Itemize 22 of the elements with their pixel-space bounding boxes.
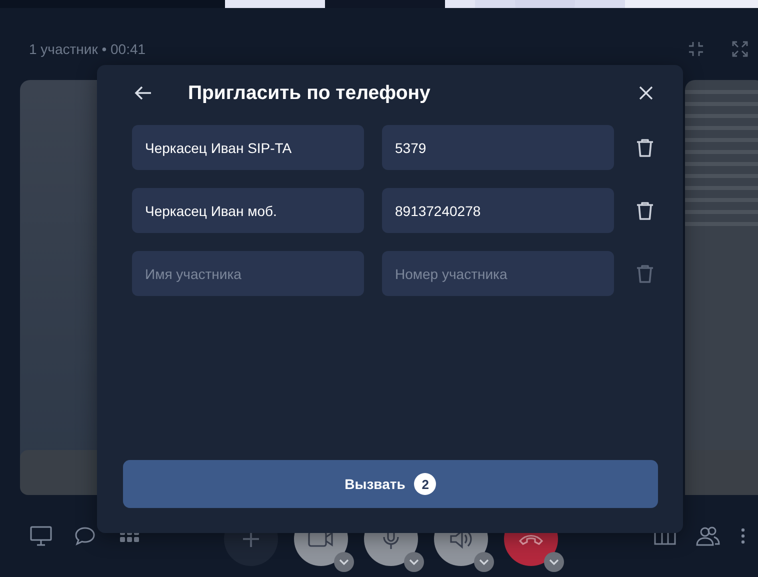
chevron-icon[interactable] (474, 552, 494, 572)
chat-icon[interactable] (74, 526, 96, 546)
back-icon[interactable] (134, 85, 152, 101)
more-icon[interactable] (740, 527, 746, 545)
plus-icon (242, 530, 260, 548)
people-icon[interactable] (696, 526, 720, 546)
collapse-icon[interactable] (688, 41, 704, 57)
number-field[interactable]: 89137240278 (382, 188, 614, 233)
close-icon[interactable] (639, 86, 653, 100)
expand-icon[interactable] (732, 41, 748, 57)
name-field[interactable]: Черкасец Иван моб. (132, 188, 364, 233)
name-field[interactable]: Черкасец Иван SIP-TA (132, 125, 364, 170)
dialog-title: Пригласить по телефону (188, 82, 432, 104)
chevron-icon[interactable] (404, 552, 424, 572)
number-field[interactable]: 5379 (382, 125, 614, 170)
count-badge: 2 (414, 473, 436, 495)
handset-icon (518, 532, 544, 546)
chevron-icon[interactable] (334, 552, 354, 572)
call-info: 1 участник • 00:41 (29, 41, 146, 57)
chevron-icon[interactable] (544, 552, 564, 572)
call-button[interactable]: Вызвать 2 (123, 460, 658, 508)
monitor-icon[interactable] (30, 526, 52, 546)
